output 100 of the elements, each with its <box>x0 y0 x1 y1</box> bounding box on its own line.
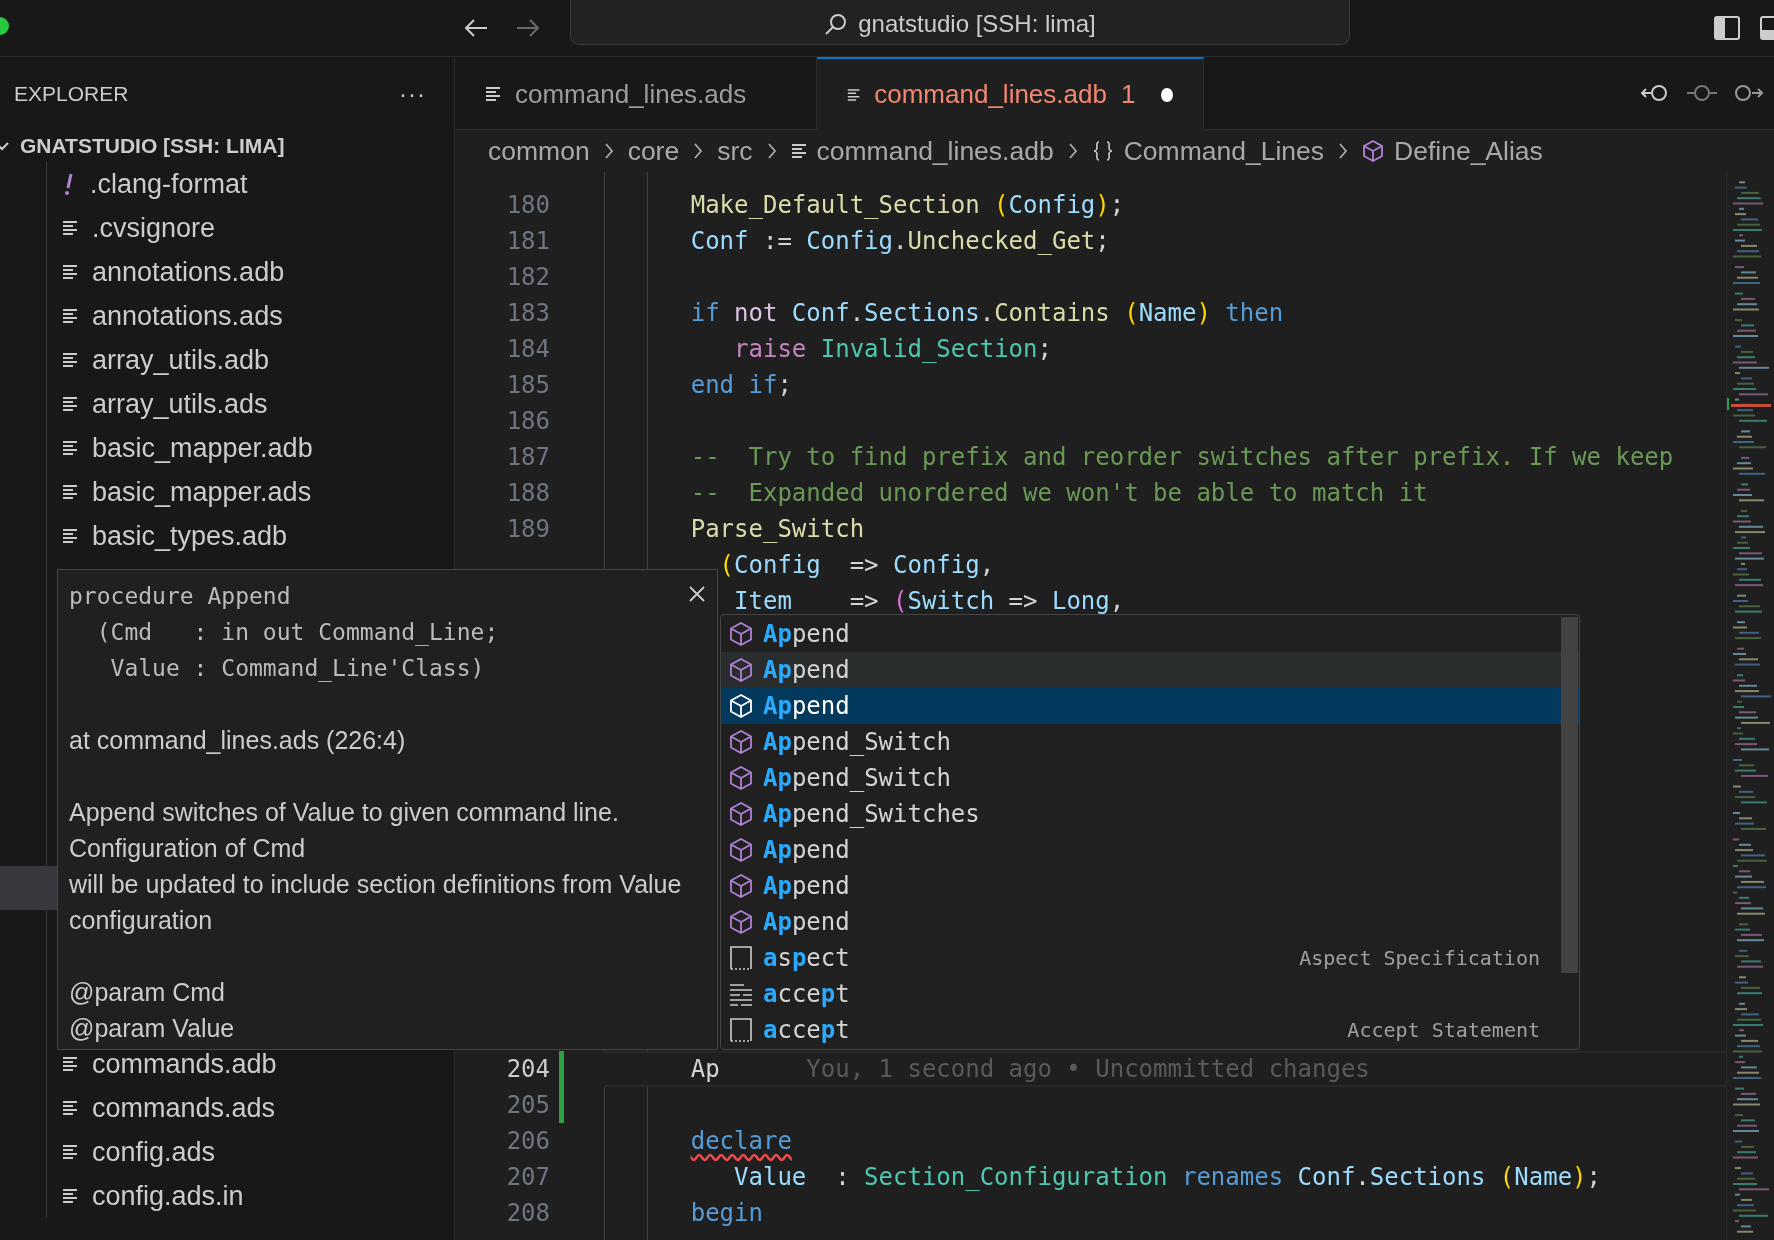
file-item[interactable]: config.ads.in <box>0 1174 244 1218</box>
text-file-icon <box>62 396 78 412</box>
file-item[interactable]: config.ads <box>0 1130 216 1174</box>
code-line: Make_Default_Section (Config); <box>690 190 1125 221</box>
back-arrow-icon[interactable] <box>463 17 489 39</box>
text-file-icon <box>62 484 78 500</box>
suggestion-item[interactable]: accept <box>721 976 1560 1012</box>
line-number: 182 <box>506 263 550 291</box>
signature-line: (Cmd : in out Command_Line; <box>95 618 499 648</box>
description-line: will be updated to include section definitions from Value <box>69 869 682 900</box>
breadcrumb-item[interactable]: Command_Lines <box>1091 135 1325 167</box>
line-number: 187 <box>506 443 550 471</box>
chevron-right-icon <box>1338 142 1349 160</box>
code-line: begin <box>690 1198 763 1229</box>
description-line: Configuration of Cmd <box>69 833 306 864</box>
cube-icon <box>729 765 753 791</box>
file-item[interactable]: annotations.adb <box>0 250 285 294</box>
snippet-icon <box>729 945 753 971</box>
line-number: 181 <box>506 227 550 255</box>
code-line: if not Conf.Sections.Contains (Name) then <box>690 298 1284 329</box>
file-item[interactable]: .clang-format <box>0 162 248 206</box>
signature-line: procedure Append <box>69 582 291 611</box>
file-item[interactable]: commands.adb <box>0 1042 277 1086</box>
minimap[interactable] <box>1726 172 1774 1240</box>
breadcrumb-item[interactable]: common <box>488 135 590 167</box>
breadcrumb-item[interactable]: core <box>627 135 680 167</box>
code-line: Conf := Config.Unchecked_Get; <box>690 226 1110 257</box>
file-item[interactable]: commands.ads <box>0 1086 276 1130</box>
line-number: 189 <box>506 515 550 543</box>
param-line: @param Value <box>69 1013 235 1044</box>
text-file-icon <box>62 1100 78 1116</box>
location-text: at command_lines.ads (226:4) <box>69 725 406 756</box>
cube-icon <box>729 693 753 719</box>
folder-header[interactable]: GNATSTUDIO [SSH: LIMA] <box>0 130 285 162</box>
cube-icon <box>729 837 753 863</box>
file-item[interactable]: array_utils.adb <box>0 338 270 382</box>
text-file-icon <box>485 86 501 102</box>
suggestion-item[interactable]: Append <box>721 904 1560 940</box>
breadcrumb-item[interactable]: src <box>717 135 753 167</box>
file-item[interactable]: array_utils.ads <box>0 382 268 426</box>
search-icon <box>824 11 849 36</box>
text-file-icon <box>62 308 78 324</box>
suggestion-item[interactable]: Append <box>721 832 1560 868</box>
chevron-right-icon <box>603 142 614 160</box>
code-line: (Config => Config, <box>719 550 995 581</box>
code-line: end if; <box>690 370 792 401</box>
code-line: Ap <box>690 1054 720 1085</box>
text-file-icon <box>847 86 861 103</box>
suggestion-item[interactable]: Append_Switch <box>721 724 1560 760</box>
text-file-icon <box>62 1188 78 1204</box>
file-item[interactable]: basic_mapper.adb <box>0 426 313 470</box>
cube-icon <box>729 729 753 755</box>
text-file-icon <box>62 1144 78 1160</box>
breadcrumb-item[interactable]: Define_Alias <box>1362 135 1543 167</box>
text-file-icon <box>62 352 78 368</box>
sidebar-layout-icon[interactable] <box>1714 16 1740 40</box>
file-item[interactable]: basic_mapper.ads <box>0 470 312 514</box>
scrollbar[interactable] <box>1561 617 1578 973</box>
command-center[interactable]: gnatstudio [SSH: lima] <box>570 0 1350 45</box>
keyword-icon <box>729 981 753 1007</box>
suggestion-item[interactable]: Append <box>721 616 1560 652</box>
code-line: -- Try to find prefix and reorder switches after prefix. If we keep <box>690 442 1674 473</box>
line-number: 207 <box>506 1163 550 1191</box>
code-line: Parse_Switch <box>690 514 865 545</box>
more-actions-button[interactable]: ··· <box>399 79 426 108</box>
line-number: 186 <box>506 407 550 435</box>
description-line: Append switches of Value to given command line. <box>69 797 619 828</box>
cube-icon <box>729 909 753 935</box>
line-number: 184 <box>506 335 550 363</box>
editor-tab[interactable]: command_lines.adb 1 <box>817 57 1204 130</box>
close-icon[interactable] <box>689 586 705 602</box>
description-line: configuration <box>69 905 213 936</box>
suggestion-item[interactable]: Append_Switch <box>721 760 1560 796</box>
suggestion-item[interactable]: Append <box>721 688 1579 724</box>
braces-icon <box>1091 140 1114 162</box>
chevron-right-icon <box>693 142 704 160</box>
line-number: 206 <box>506 1127 550 1155</box>
suggestion-item[interactable]: aspect Aspect Specification <box>721 940 1560 976</box>
cube-icon <box>729 657 753 683</box>
suggestion-item[interactable]: accept Accept Statement <box>721 1012 1560 1048</box>
code-line: -- Expanded unordered we won't be able to match it <box>690 478 1428 509</box>
suggestion-item[interactable]: Append <box>721 652 1579 688</box>
signature-line: Value : Command_Line'Class) <box>109 654 485 684</box>
file-item[interactable]: annotations.ads <box>0 294 283 338</box>
code-line: raise Invalid_Section; <box>734 334 1052 365</box>
snippet-icon <box>729 1017 753 1043</box>
text-file-icon <box>62 264 78 280</box>
line-number: 204 <box>506 1055 550 1083</box>
line-number: 208 <box>506 1199 550 1227</box>
suggestion-item[interactable]: Append <box>721 868 1560 904</box>
file-item[interactable]: basic_types.adb <box>0 514 288 558</box>
text-file-icon <box>62 1056 78 1072</box>
panel-layout-icon[interactable] <box>1760 16 1774 40</box>
line-number: 183 <box>506 299 550 327</box>
text-file-icon <box>62 220 78 236</box>
file-item[interactable]: .cvsignore <box>0 206 216 250</box>
suggestion-item[interactable]: Append_Switches <box>721 796 1560 832</box>
text-file-icon <box>790 143 807 159</box>
text-file-icon <box>62 440 78 456</box>
breadcrumb-item[interactable]: command_lines.adb <box>790 135 1054 167</box>
